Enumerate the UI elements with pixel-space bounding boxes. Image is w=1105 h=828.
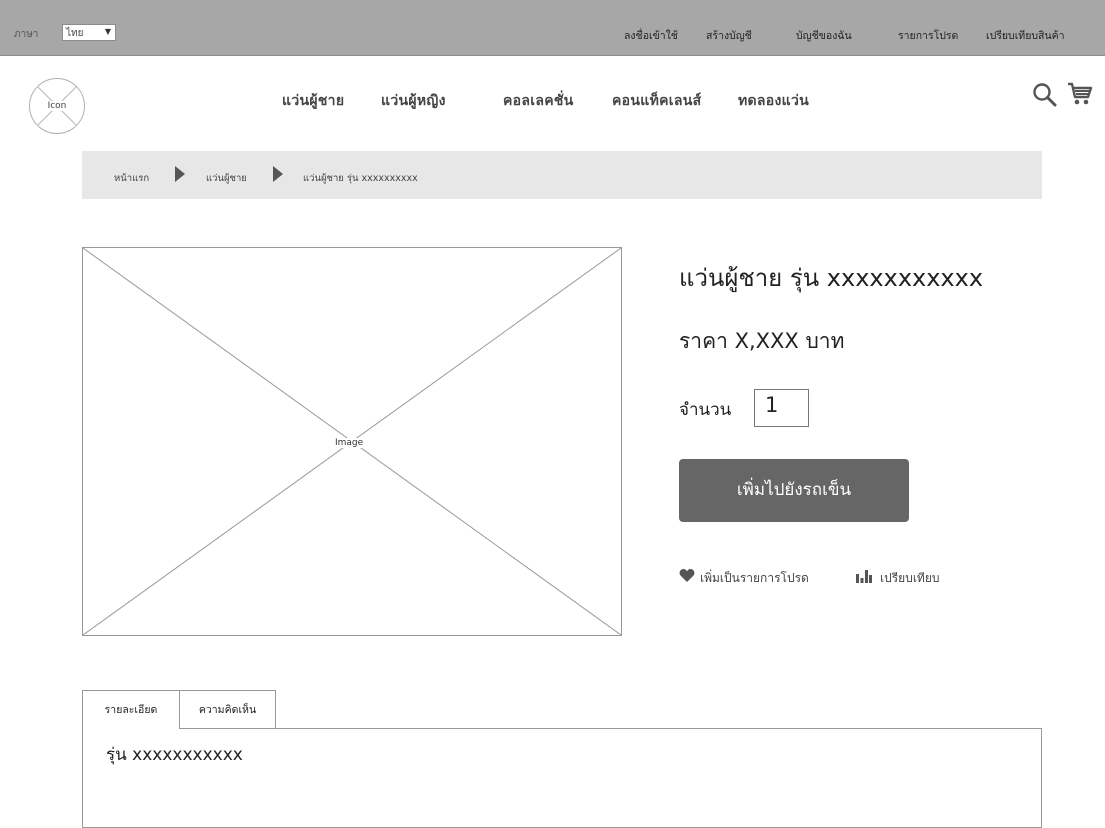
product-model-text: รุ่น xxxxxxxxxxx xyxy=(106,745,243,765)
breadcrumb-current: แว่นผู้ชาย รุ่น xxxxxxxxxx xyxy=(303,173,418,184)
top-utility-bar: ภาษา ไทย ▼ ลงชื่อเข้าใช้ สร้างบัญชี บัญช… xyxy=(0,0,1105,56)
add-to-wishlist-link[interactable]: เพิ่มเป็นรายการโปรด xyxy=(700,569,809,588)
breadcrumb-home[interactable]: หน้าแรก xyxy=(114,171,149,186)
nav-men-glasses[interactable]: แว่นผู้ชาย xyxy=(282,90,344,112)
language-label: ภาษา xyxy=(14,29,39,40)
chevron-down-icon: ▼ xyxy=(104,27,111,36)
active-tab-indicator xyxy=(83,727,179,729)
breadcrumb-arrow-icon xyxy=(273,166,283,182)
sign-in-link[interactable]: ลงชื่อเข้าใช้ xyxy=(624,27,678,44)
quantity-label: จำนวน xyxy=(679,400,732,420)
nav-women-glasses[interactable]: แว่นผู้หญิง xyxy=(381,90,446,112)
product-image: Image xyxy=(82,247,622,636)
tab-details[interactable]: รายละเอียด xyxy=(82,690,180,729)
heart-icon[interactable] xyxy=(679,568,695,587)
tab-panel-details: รุ่น xxxxxxxxxxx xyxy=(82,728,1042,828)
my-account-link[interactable]: บัญชีของฉัน xyxy=(796,27,852,44)
nav-collection[interactable]: คอลเลคชั่น xyxy=(503,90,574,112)
nav-contact-lens[interactable]: คอนแท็คเลนส์ xyxy=(612,90,701,112)
compare-products-link[interactable]: เปรียบเทียบสินค้า xyxy=(986,27,1065,44)
breadcrumb: หน้าแรก แว่นผู้ชาย แว่นผู้ชาย รุ่น xxxxx… xyxy=(82,151,1042,199)
breadcrumb-men-glasses[interactable]: แว่นผู้ชาย xyxy=(206,171,247,186)
language-select[interactable]: ไทย ▼ xyxy=(62,24,116,41)
compare-link[interactable]: เปรียบเทียบ xyxy=(880,569,939,588)
wishlist-link[interactable]: รายการโปรด xyxy=(898,27,958,44)
create-account-link[interactable]: สร้างบัญชี xyxy=(706,27,752,44)
bar-chart-icon[interactable] xyxy=(856,568,872,587)
site-logo[interactable]: Icon xyxy=(29,78,85,134)
breadcrumb-arrow-icon xyxy=(175,166,185,182)
image-label: Image xyxy=(333,438,366,448)
product-price: ราคา X,XXX บาท xyxy=(679,329,845,353)
cart-icon[interactable] xyxy=(1066,80,1094,112)
add-to-cart-button[interactable]: เพิ่มไปยังรถเข็น xyxy=(679,459,909,522)
language-value: ไทย xyxy=(66,28,84,39)
quantity-input[interactable]: 1 xyxy=(754,389,809,427)
product-title: แว่นผู้ชาย รุ่น xxxxxxxxxxx xyxy=(679,264,984,292)
search-icon[interactable] xyxy=(1032,82,1058,112)
logo-label: Icon xyxy=(45,101,69,111)
nav-try-on[interactable]: ทดลองแว่น xyxy=(738,90,809,112)
tab-reviews[interactable]: ความคิดเห็น xyxy=(179,690,276,729)
